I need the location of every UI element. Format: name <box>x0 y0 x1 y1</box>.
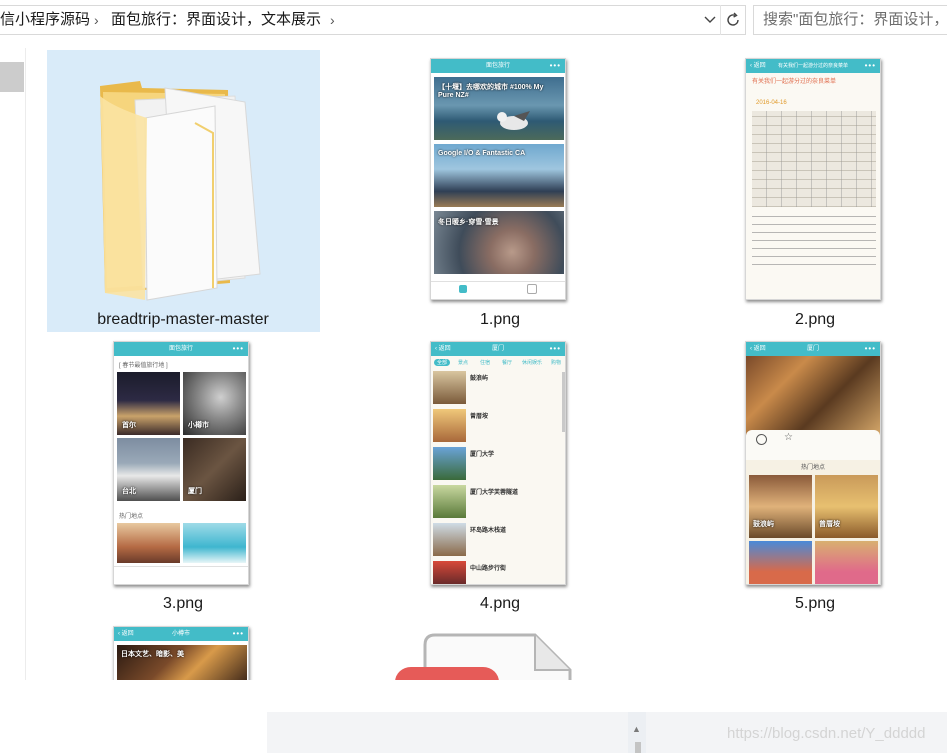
place-name: 厦门大学芙蓉隧道 <box>470 490 519 496</box>
tab-shopping[interactable]: 购物 <box>551 359 561 366</box>
breadcrumb-separator-icon[interactable]: › <box>330 5 335 35</box>
post-photo <box>752 111 876 207</box>
city-card[interactable]: 首尔 <box>117 372 180 435</box>
thumb-tabbar <box>114 566 248 584</box>
nav-pane-selected-item[interactable] <box>0 62 24 92</box>
city-name: 厦门 <box>188 488 202 495</box>
section-title: 热门地点 <box>800 465 825 471</box>
city-card[interactable]: 厦门 <box>183 438 246 501</box>
place-card[interactable]: 曾厝垵 <box>815 475 878 538</box>
breadcrumb-item-current[interactable]: 面包旅行：界面设计，文本展示 <box>111 5 321 35</box>
thumb-header: 面包旅行 ••• <box>114 342 248 356</box>
thumb-header: ‹ 返回 厦门 ••• <box>431 342 565 356</box>
thumb-title: 有关我们一起游分过的奈良菜单 <box>777 63 848 69</box>
place-image <box>433 447 466 480</box>
trip-card-title: 日本文艺、暗影、美 <box>121 651 184 658</box>
tab-icon <box>527 284 537 294</box>
place-name: 鼓浪屿 <box>753 521 774 528</box>
place-name: 鼓浪屿 <box>470 376 489 382</box>
place-name: 厦门大学 <box>470 452 495 458</box>
thumb-header: ‹ 返回 小樽市 ••• <box>114 627 248 641</box>
watermark: https://blog.csdn.net/Y_ddddd <box>727 725 926 742</box>
tab-sights[interactable]: 景点 <box>458 359 468 366</box>
search-input[interactable]: 搜索"面包旅行：界面设计，文 <box>753 5 947 35</box>
folder-icon <box>100 81 261 301</box>
hero-image <box>746 356 880 436</box>
post-date: 2016-04-16 <box>756 100 787 106</box>
post-heading: 有关我们一起游分过的奈良菜单 <box>752 79 837 85</box>
city-card[interactable]: 台北 <box>117 438 180 501</box>
compass-icon[interactable] <box>756 434 767 445</box>
thumbs-up-icon <box>459 285 467 293</box>
thumb-header: ‹ 返回 厦门 ••• <box>746 342 880 356</box>
image-thumbnail[interactable]: ‹ 返回 厦门 ••• 全部 景点 住宿 餐厅 休闲娱乐 购物 鼓浪屿 曾厝垵 厦门… <box>430 341 566 585</box>
scrollbar[interactable] <box>562 372 565 432</box>
section-title: [ 春节最值旅行地 ] <box>119 363 168 369</box>
place-name: 曾厝垵 <box>470 414 489 420</box>
trip-card-image[interactable]: Google I/O & Fantastic CA <box>434 144 564 207</box>
post-body-text <box>752 211 876 271</box>
scroll-up-icon[interactable]: ▲ <box>632 724 641 734</box>
place-card[interactable] <box>815 541 878 584</box>
place-name: 中山路步行街 <box>470 566 507 572</box>
city-name: 首尔 <box>122 422 136 429</box>
city-name: 小樽市 <box>188 422 209 429</box>
trip-card-image[interactable]: 冬日暖乡·穿雪·雪景 <box>434 211 564 274</box>
image-thumbnail[interactable]: 面包旅行 ••• [ 春节最值旅行地 ] 首尔 小樽市 台北 厦门 热门地点 <box>113 341 249 585</box>
scrollbar[interactable]: ▲ <box>628 712 646 753</box>
tab-fun[interactable]: 休闲娱乐 <box>522 359 542 366</box>
thumb-title: 面包旅行 <box>168 346 193 352</box>
section-title: 热门地点 <box>119 514 144 520</box>
star-icon[interactable]: ☆ <box>784 433 793 443</box>
file-name-label: 1.png <box>479 311 521 328</box>
action-panel: ☆ <box>746 430 880 460</box>
thumb-title: 厦门 <box>491 346 504 352</box>
file-name-label: 4.png <box>479 595 521 612</box>
breadcrumb-item-source[interactable]: 信小程序源码 <box>0 5 90 35</box>
city-card[interactable]: 小樽市 <box>183 372 246 435</box>
place-card[interactable] <box>749 541 812 584</box>
place-image <box>433 523 466 556</box>
thumb-title: 厦门 <box>806 346 819 352</box>
trip-card-image[interactable]: 【十堰】去哪欢的城市 #100% My Pure NZ# <box>434 77 564 140</box>
trip-card-title: 冬日暖乡·穿雪·雪景 <box>438 219 499 226</box>
place-card[interactable]: 鼓浪屿 <box>749 475 812 538</box>
image-thumbnail[interactable]: ‹ 返回 厦门 ••• ☆ 热门地点 鼓浪屿 曾厝垵 <box>745 341 881 585</box>
place-image <box>433 371 466 404</box>
image-thumbnail[interactable]: ‹ 返回 小樽市 ••• 日本文艺、暗影、美 <box>113 626 249 686</box>
trip-card-title: Google I/O & Fantastic CA <box>438 150 526 157</box>
file-name-label: breadtrip-master-master <box>97 311 269 328</box>
thumb-tabbar <box>431 281 565 299</box>
refresh-icon[interactable] <box>720 5 744 35</box>
thumb-header: 面包旅行 ••• <box>431 59 565 73</box>
place-image <box>433 485 466 518</box>
city-name: 台北 <box>122 488 136 495</box>
image-thumbnail[interactable]: 面包旅行 ••• 【十堰】去哪欢的城市 #100% My Pure NZ# Goo… <box>430 58 566 300</box>
trip-card-title: 【十堰】去哪欢的城市 #100% My Pure NZ# <box>438 84 544 99</box>
file-name-label: 2.png <box>794 311 836 328</box>
tab-hotels[interactable]: 住宿 <box>480 359 490 366</box>
place-name: 环岛路木栈道 <box>470 528 507 534</box>
place-image <box>433 409 466 442</box>
nav-pane-divider <box>25 48 26 680</box>
chevron-down-icon[interactable] <box>700 6 720 34</box>
spot-card[interactable] <box>183 523 246 563</box>
spot-card[interactable] <box>117 523 180 563</box>
image-thumbnail[interactable]: ‹ 返回 有关我们一起游分过的奈良菜单 ••• 有关我们一起游分过的奈良菜单 201… <box>745 58 881 300</box>
category-tabs: 全部 景点 住宿 餐厅 休闲娱乐 购物 <box>431 357 565 368</box>
trip-card-image: 日本文艺、暗影、美 <box>117 645 247 685</box>
file-name-label: 3.png <box>162 595 204 612</box>
thumb-title: 小樽市 <box>171 631 190 637</box>
thumb-header: ‹ 返回 有关我们一起游分过的奈良菜单 ••• <box>746 59 880 73</box>
tab-all[interactable]: 全部 <box>434 359 451 366</box>
breadcrumb-separator-icon[interactable]: › <box>94 5 99 35</box>
tab-food[interactable]: 餐厅 <box>502 359 512 366</box>
thumb-title: 面包旅行 <box>485 63 510 69</box>
scroll-thumb[interactable] <box>635 742 641 753</box>
place-name: 曾厝垵 <box>819 521 840 528</box>
place-image <box>433 561 466 584</box>
file-name-label: 5.png <box>794 595 836 612</box>
